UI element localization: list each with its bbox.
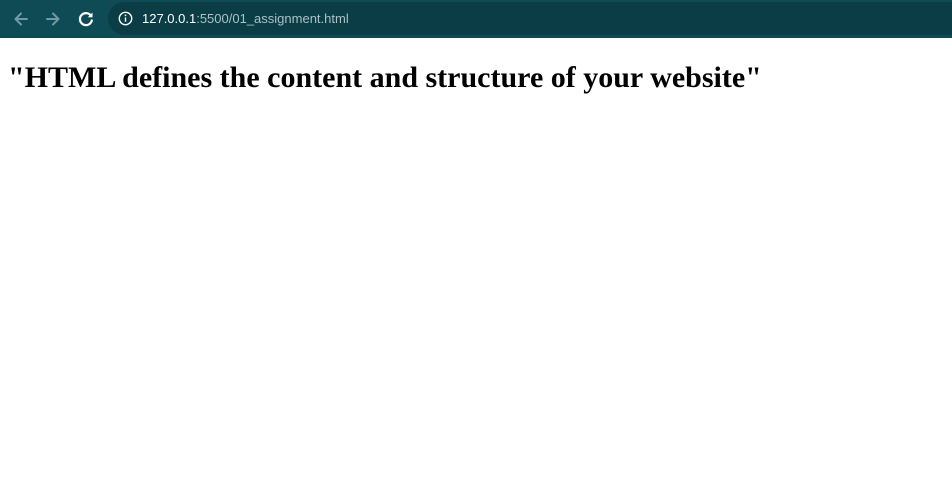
url-text[interactable]: 127.0.0.1:5500/01_assignment.html	[142, 10, 349, 27]
arrow-right-icon	[46, 12, 60, 26]
browser-toolbar: 127.0.0.1:5500/01_assignment.html	[0, 0, 952, 38]
url-path: :5500/01_assignment.html	[196, 11, 349, 26]
back-button[interactable]	[8, 6, 34, 32]
info-icon[interactable]	[118, 11, 133, 26]
arrow-left-icon	[14, 12, 28, 26]
address-bar[interactable]: 127.0.0.1:5500/01_assignment.html	[108, 2, 952, 35]
reload-button[interactable]	[73, 6, 99, 32]
page-content: "HTML defines the content and structure …	[0, 38, 952, 500]
forward-button[interactable]	[40, 6, 66, 32]
page-heading: "HTML defines the content and structure …	[8, 61, 762, 94]
reload-icon	[78, 12, 93, 27]
url-host: 127.0.0.1	[142, 11, 197, 26]
